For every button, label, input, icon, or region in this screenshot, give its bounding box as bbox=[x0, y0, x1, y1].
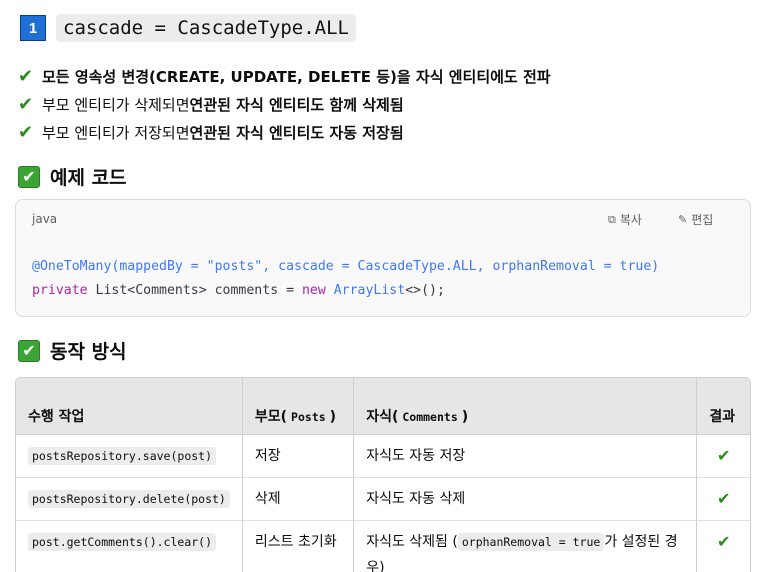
check-icon: ✔ bbox=[697, 435, 750, 478]
check-icon: ✔ bbox=[18, 93, 34, 115]
check-icon: ✔ bbox=[18, 121, 34, 143]
table-row: postsRepository.save(post) 저장 자식도 자동 저장 … bbox=[16, 435, 750, 478]
checkbox-icon: ✔ bbox=[18, 165, 40, 188]
edit-button[interactable]: ✎ 편집 bbox=[678, 211, 713, 228]
header-child: 자식(Comments) bbox=[354, 378, 698, 435]
list-item: ✔ 부모 엔티티가 저장되면 연관된 자식 엔티티도 자동 저장됨 bbox=[18, 121, 404, 143]
check-icon: ✔ bbox=[18, 65, 34, 87]
table-row: postsRepository.delete(post) 삭제 자식도 자동 삭… bbox=[16, 478, 750, 521]
example-heading: ✔ 예제 코드 bbox=[18, 163, 127, 190]
list-item: ✔ 부모 엔티티가 삭제되면 연관된 자식 엔티티도 함께 삭제됨 bbox=[18, 93, 404, 115]
list-item: ✔ 모든 영속성 변경(CREATE, UPDATE, DELETE 등)을 자… bbox=[18, 65, 551, 87]
header-parent: 부모(Posts) bbox=[242, 378, 355, 435]
inline-code: orphanRemoval = true bbox=[457, 533, 605, 551]
number-badge: 1 bbox=[20, 15, 46, 41]
heading-code: cascade = CascadeType.ALL bbox=[56, 14, 356, 42]
behavior-table: 수행 작업 부모(Posts) 자식(Comments) 결과 postsRep… bbox=[15, 377, 751, 572]
header-result: 결과 bbox=[697, 378, 750, 435]
header-action: 수행 작업 bbox=[16, 378, 243, 435]
check-icon: ✔ bbox=[716, 532, 731, 551]
code-content: @OneToMany(mappedBy = "posts", cascade =… bbox=[32, 259, 660, 298]
action-code: postsRepository.save(post) bbox=[28, 447, 217, 465]
table-row: post.getComments().clear() 리스트 초기화 자식도 삭… bbox=[16, 521, 750, 572]
copy-button[interactable]: ⧉ 복사 bbox=[608, 211, 642, 228]
checkbox-icon: ✔ bbox=[18, 339, 40, 362]
behavior-heading: ✔ 동작 방식 bbox=[18, 337, 127, 364]
pencil-icon: ✎ bbox=[678, 213, 688, 226]
code-language: java bbox=[32, 212, 58, 226]
action-code: postsRepository.delete(post) bbox=[28, 490, 230, 508]
check-icon: ✔ bbox=[697, 478, 750, 521]
copy-icon: ⧉ bbox=[608, 212, 616, 226]
code-block: java ⧉ 복사 ✎ 편집 @OneToMany(mappedBy = "post… bbox=[15, 199, 751, 317]
action-code: post.getComments().clear() bbox=[28, 533, 217, 551]
bullet-list: ✔ 모든 영속성 변경(CREATE, UPDATE, DELETE 등)을 자… bbox=[18, 62, 551, 146]
table-header-row: 수행 작업 부모(Posts) 자식(Comments) 결과 bbox=[16, 378, 750, 435]
section-heading: 1 cascade = CascadeType.ALL bbox=[20, 14, 356, 42]
